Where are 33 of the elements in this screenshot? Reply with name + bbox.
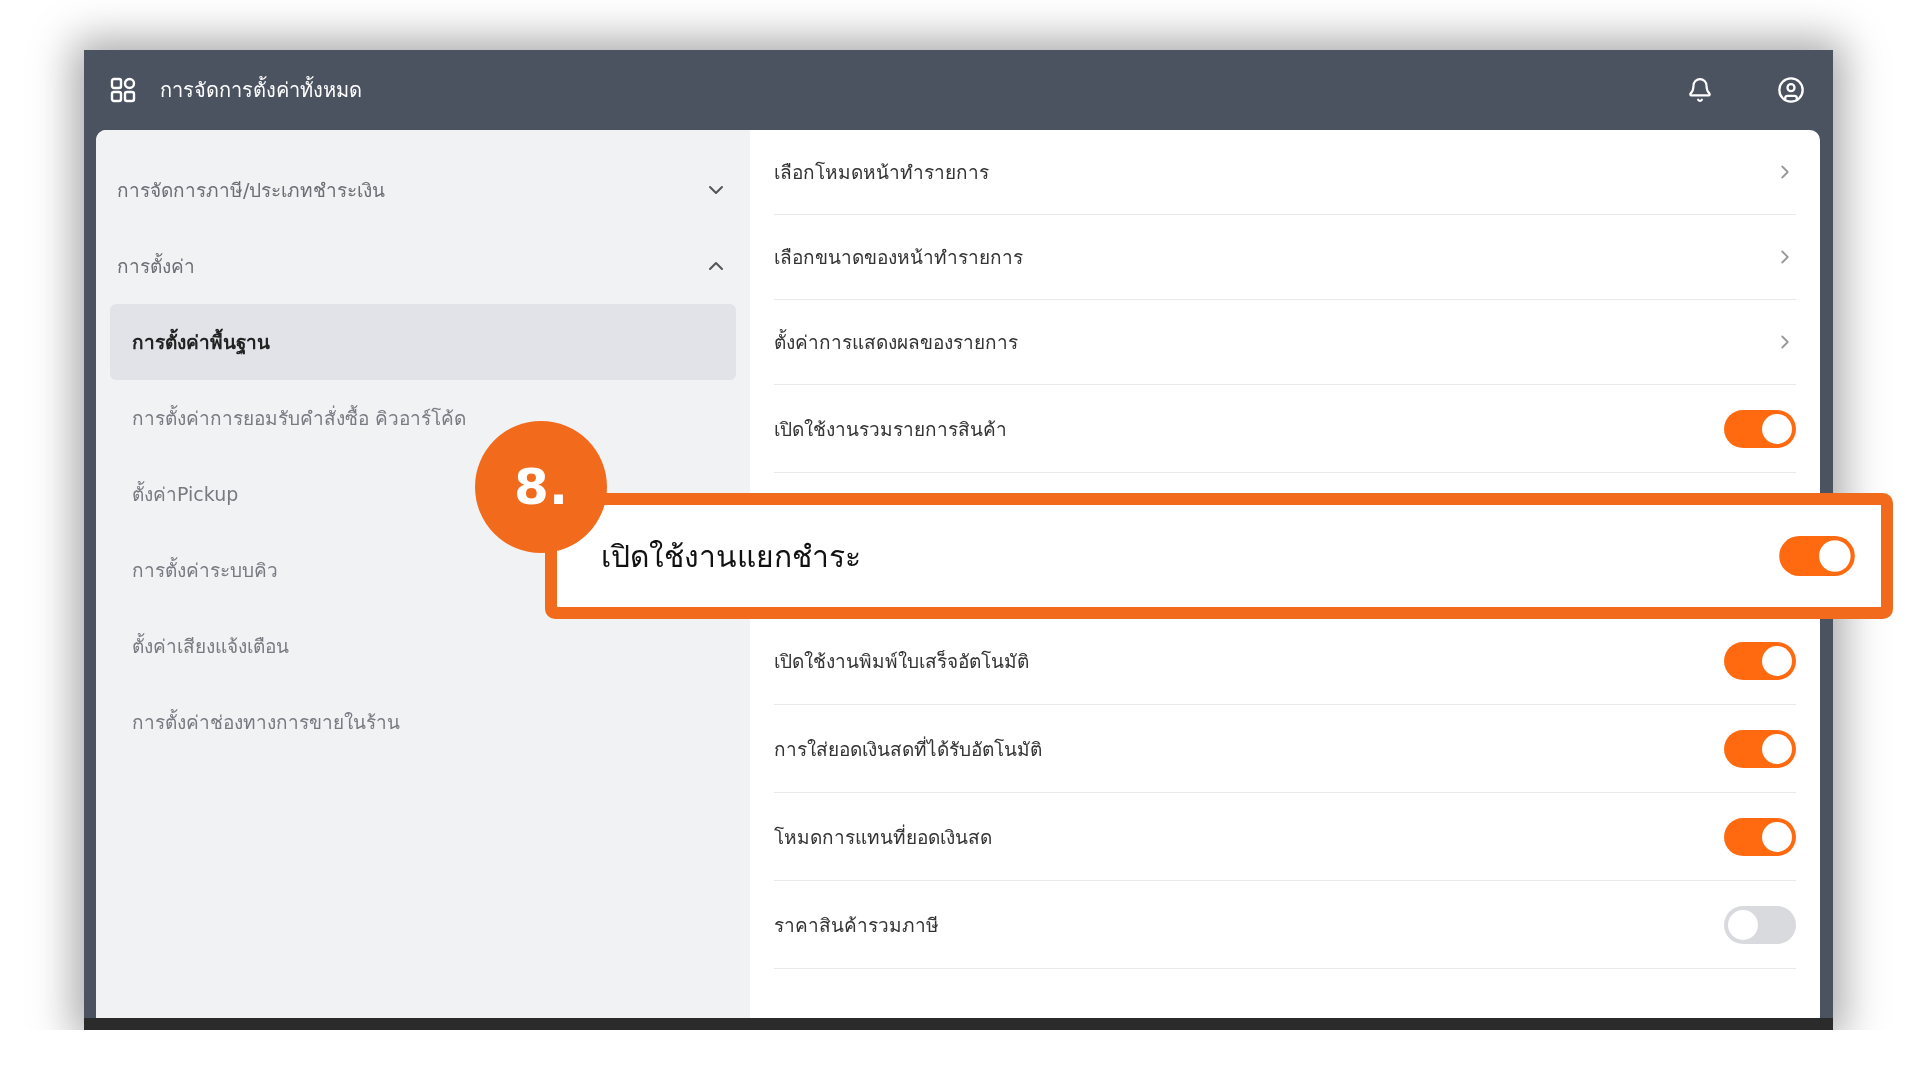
settings-label: ราคาสินค้ารวมภาษี xyxy=(774,912,939,938)
settings-label: ตั้งค่าการแสดงผลของรายการ xyxy=(774,328,1018,355)
settings-row[interactable]: ราคาสินค้ารวมภาษี xyxy=(774,881,1796,969)
settings-row[interactable]: ตั้งค่าการแสดงผลของรายการ xyxy=(774,300,1796,385)
settings-label: โหมดการแทนที่ยอดเงินสด xyxy=(774,823,992,850)
bell-icon[interactable] xyxy=(1687,77,1713,103)
apps-grid-icon[interactable] xyxy=(110,77,136,103)
settings-label: เปิดใช้งานพิมพ์ใบเสร็จอัตโนมัติ xyxy=(774,648,1029,674)
page-title: การจัดการตั้งค่าทั้งหมด xyxy=(160,75,363,104)
sidebar-item[interactable]: การตั้งค่าช่องทางการขายในร้าน xyxy=(110,702,400,742)
toggle-switch[interactable] xyxy=(1724,729,1796,768)
sidebar-item[interactable]: การตั้งค่าการยอมรับคำสั่งซื้อ คิวอาร์โค้ด xyxy=(110,398,467,438)
sidebar-item[interactable]: ตั้งค่าPickup xyxy=(110,474,239,514)
toggle-switch[interactable] xyxy=(1724,409,1796,448)
sidebar-group[interactable]: การจัดการภาษี/ประเภทชำระเงิน xyxy=(110,152,736,228)
settings-row[interactable]: เลือกโหมดหน้าทำรายการ xyxy=(774,130,1796,215)
toggle-switch[interactable] xyxy=(1779,536,1855,576)
settings-row[interactable]: เปิดใช้งานรวมรายการสินค้า xyxy=(774,385,1796,473)
toggle-switch[interactable] xyxy=(1724,817,1796,856)
user-icon[interactable] xyxy=(1777,76,1805,104)
settings-row[interactable]: การใส่ยอดเงินสดที่ได้รับอัตโนมัติ xyxy=(774,705,1796,793)
settings-label: เปิดใช้งานรวมรายการสินค้า xyxy=(774,416,1007,442)
sidebar-group[interactable]: การตั้งค่า xyxy=(110,228,736,304)
settings-label: เลือกขนาดของหน้าทำรายการ xyxy=(774,245,1023,270)
sidebar-item[interactable]: การตั้งค่าระบบคิว xyxy=(110,550,278,590)
toggle-switch[interactable] xyxy=(1724,905,1796,944)
settings-row[interactable]: โหมดการแทนที่ยอดเงินสด xyxy=(774,793,1796,881)
settings-label: เลือกโหมดหน้าทำรายการ xyxy=(774,160,989,185)
toggle-switch[interactable] xyxy=(1724,641,1796,680)
settings-label: การใส่ยอดเงินสดที่ได้รับอัตโนมัติ xyxy=(774,735,1042,762)
settings-row[interactable]: เลือกขนาดของหน้าทำรายการ xyxy=(774,215,1796,300)
sidebar-item[interactable]: การตั้งค่าพื้นฐาน xyxy=(110,304,736,380)
sidebar-item[interactable]: ตั้งค่าเสียงแจ้งเตือน xyxy=(110,626,289,666)
